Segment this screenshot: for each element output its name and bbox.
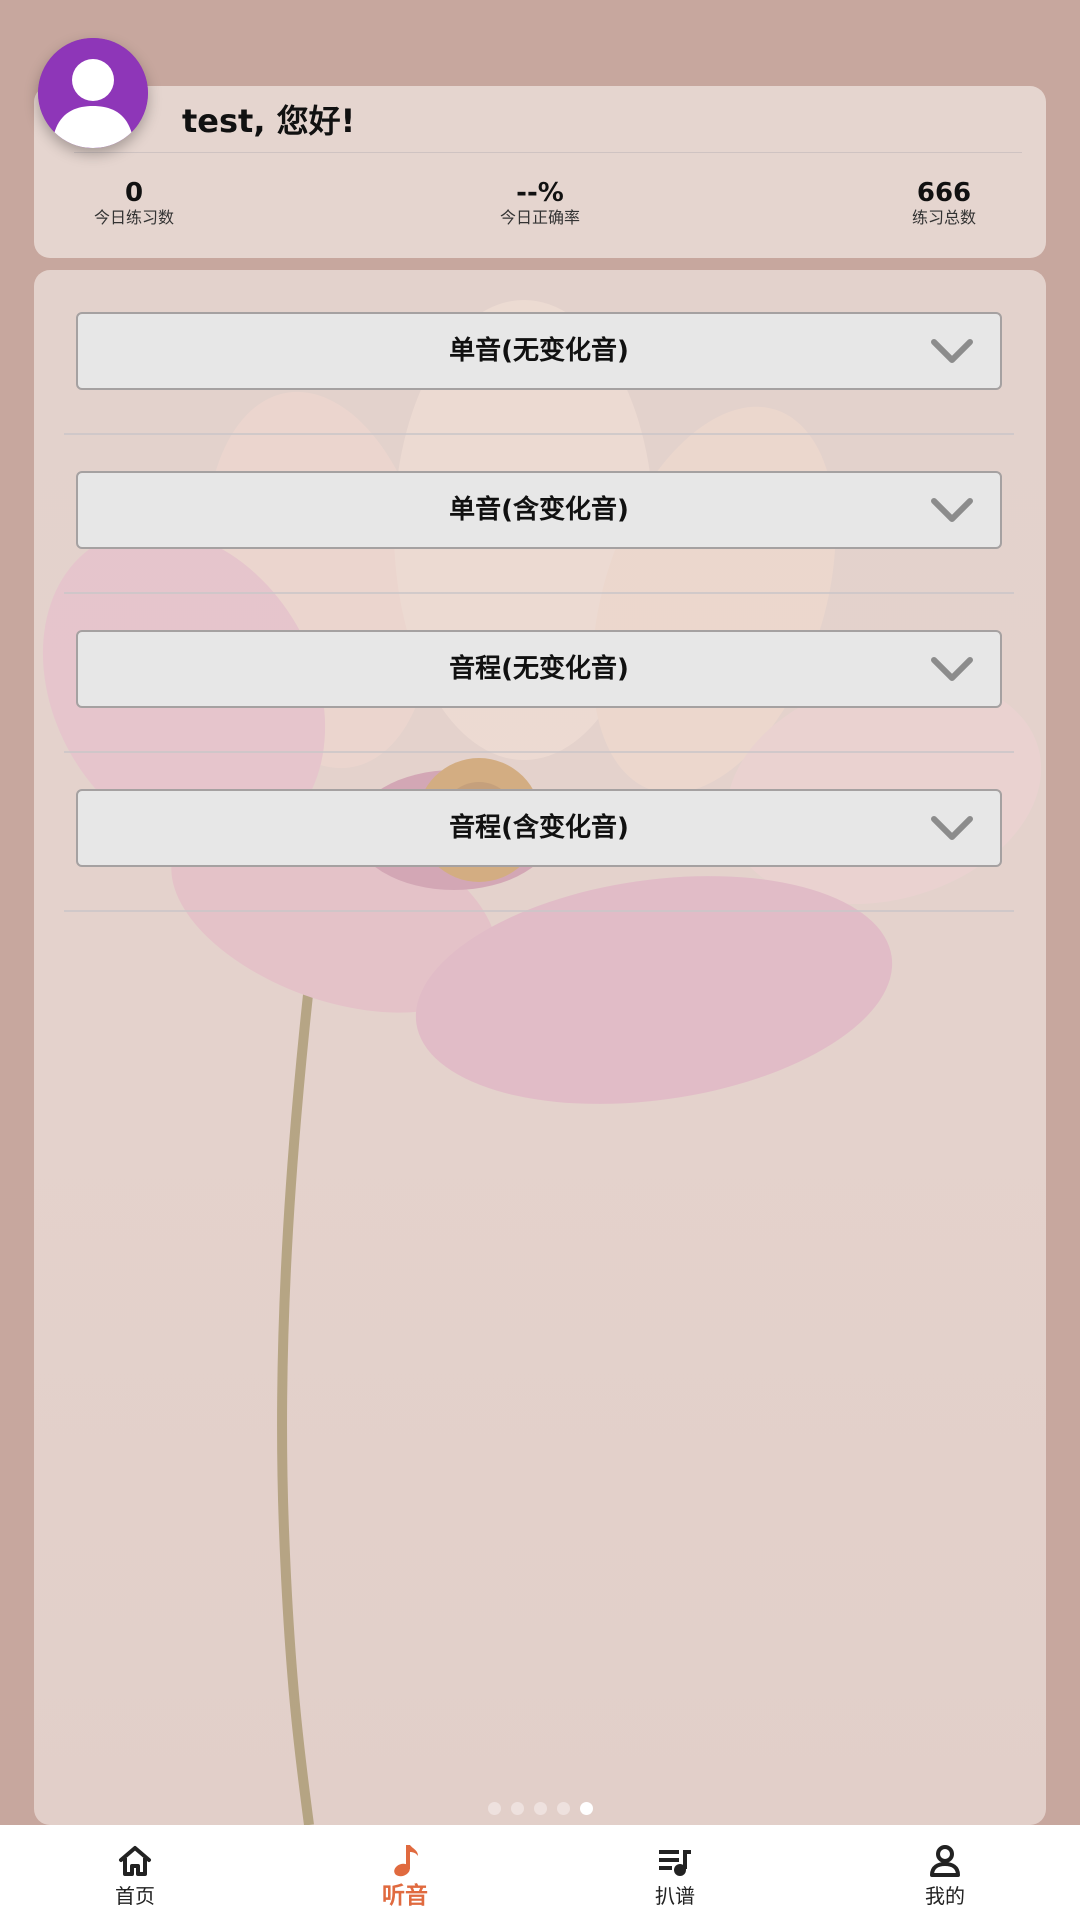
stat-today-count: 0 今日练习数 — [94, 178, 174, 227]
nav-item-listen[interactable]: 听音 — [270, 1825, 540, 1920]
bottom-nav: 首页 听音 扒谱 我的 — [0, 1825, 1080, 1920]
row-divider — [64, 592, 1014, 594]
row-divider — [64, 433, 1014, 435]
dropdown-label: 音程(含变化音) — [449, 813, 629, 843]
chevron-down-icon — [931, 498, 973, 522]
stat-value: --% — [516, 178, 564, 208]
nav-label: 听音 — [382, 1883, 428, 1909]
nav-label: 扒谱 — [655, 1884, 695, 1908]
playlist-music-icon — [659, 1850, 691, 1876]
stat-value: 0 — [124, 178, 144, 208]
header-divider — [74, 152, 1022, 153]
dropdown-label: 单音(无变化音) — [449, 336, 629, 366]
nav-item-home[interactable]: 首页 — [0, 1825, 270, 1920]
page-dot[interactable] — [487, 1802, 501, 1815]
dropdown-interval-natural[interactable]: 音程(无变化音) — [76, 630, 1002, 708]
dropdown-label: 单音(含变化音) — [449, 495, 629, 525]
dropdown-label: 音程(无变化音) — [449, 654, 629, 684]
row-divider — [64, 751, 1014, 753]
user-avatar-icon — [38, 38, 148, 148]
nav-item-profile[interactable]: 我的 — [810, 1825, 1080, 1920]
dropdown-single-accidental[interactable]: 单音(含变化音) — [76, 471, 1002, 549]
music-note-icon — [394, 1845, 418, 1877]
page-indicator — [34, 1802, 1046, 1816]
chevron-down-icon — [931, 816, 973, 840]
stat-value: 666 — [916, 178, 972, 208]
stat-label: 练习总数 — [911, 208, 977, 227]
avatar[interactable] — [38, 38, 148, 148]
practice-panel: 单音(无变化音) 单音(含变化音) 音程(无变化音) 音程(含变化音) — [34, 270, 1046, 1825]
chevron-down-icon — [931, 339, 973, 363]
page-dot[interactable] — [533, 1802, 547, 1815]
page-dot-active[interactable] — [579, 1802, 593, 1815]
nav-label: 首页 — [115, 1884, 155, 1908]
nav-item-transcribe[interactable]: 扒谱 — [540, 1825, 810, 1920]
stat-label: 今日练习数 — [93, 208, 175, 227]
page-dot[interactable] — [556, 1802, 570, 1815]
stat-today-accuracy: --% 今日正确率 — [500, 178, 580, 227]
page-dot[interactable] — [510, 1802, 524, 1815]
stat-label: 今日正确率 — [500, 208, 581, 227]
greeting-text: test, 您好! — [182, 102, 356, 140]
stat-total-count: 666 练习总数 — [912, 178, 976, 227]
row-divider — [64, 910, 1014, 912]
dropdown-interval-accidental[interactable]: 音程(含变化音) — [76, 789, 1002, 867]
person-icon — [930, 1845, 960, 1877]
nav-label: 我的 — [925, 1884, 965, 1908]
chevron-down-icon — [931, 657, 973, 681]
home-icon — [119, 1846, 151, 1876]
dropdown-single-natural[interactable]: 单音(无变化音) — [76, 312, 1002, 390]
